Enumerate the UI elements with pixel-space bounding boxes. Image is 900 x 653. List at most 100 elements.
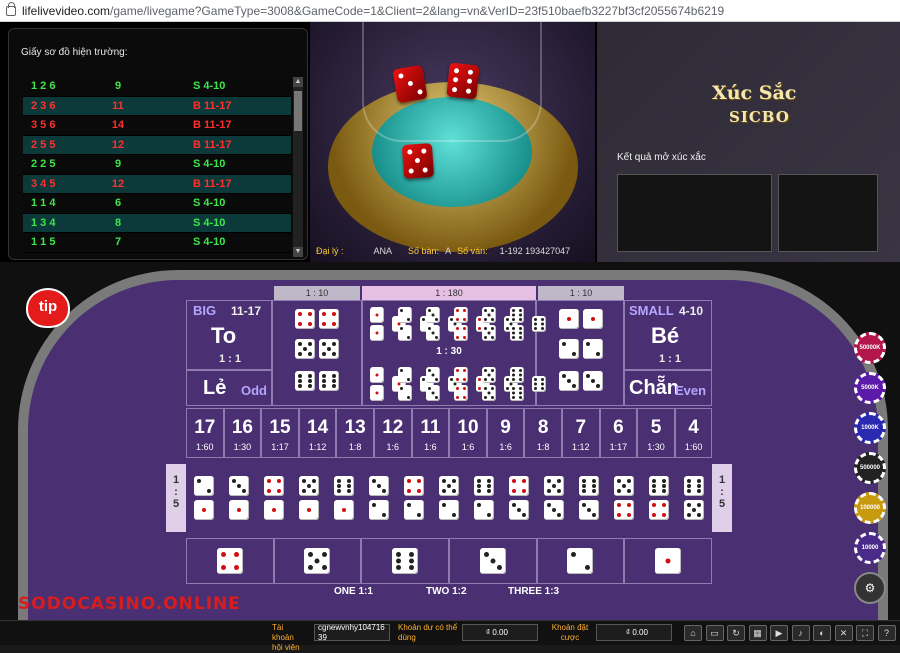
stats-icon[interactable]: ▦ (748, 625, 767, 641)
total-bet-4[interactable]: 4 1:60 (674, 408, 713, 458)
close-icon[interactable]: ✕ (834, 625, 853, 641)
die-face-4 (454, 307, 468, 323)
triple-bet-5[interactable] (478, 362, 518, 406)
single-bet-1[interactable] (624, 538, 712, 584)
double-bet-3[interactable] (540, 366, 622, 396)
double-bet-5[interactable] (276, 334, 358, 364)
total-bet-8[interactable]: 8 1:8 (524, 408, 562, 458)
big-bet-area[interactable]: BIG 11-17 To 1 : 1 (186, 300, 272, 370)
die-face-5 (614, 476, 635, 496)
logo-subtitle: SICBO (729, 108, 790, 126)
chip-1000K[interactable]: 1000K (854, 412, 886, 444)
combo-bet-1-5[interactable] (291, 464, 326, 532)
combo-bet-3-5[interactable] (537, 464, 572, 532)
video-icon[interactable]: ▶ (770, 625, 788, 641)
combo-bet-5-6[interactable] (677, 464, 712, 532)
single-bet-3[interactable] (449, 538, 537, 584)
combo-bet-3-4[interactable] (502, 464, 537, 532)
combo-bet-3-6[interactable] (572, 464, 607, 532)
speaker-icon[interactable]: ◐ (813, 625, 831, 641)
die-face-3 (228, 476, 249, 496)
total-bet-10[interactable]: 10 1:6 (449, 408, 487, 458)
die-face-6 (579, 476, 600, 496)
total-payout: 1:8 (348, 442, 362, 452)
triple-bet-1[interactable] (366, 362, 406, 406)
combo-bet-4-6[interactable] (642, 464, 677, 532)
total-bet-9[interactable]: 9 1:6 (486, 408, 525, 458)
chip-500000[interactable]: 500000 (854, 452, 886, 484)
chip-50000K[interactable]: 50000K (854, 332, 886, 364)
combo-bet-2-4[interactable] (396, 464, 431, 532)
total-bet-14[interactable]: 14 1:12 (298, 408, 337, 458)
settings-icon[interactable]: ⚙ (854, 572, 886, 604)
die-face-2 (398, 385, 412, 401)
total-bet-13[interactable]: 13 1:8 (336, 408, 374, 458)
total-payout: 1:12 (572, 442, 590, 452)
combo-bet-1-3[interactable] (221, 464, 256, 532)
dealer-value: ANA (373, 246, 393, 256)
double-bet-4[interactable] (276, 304, 358, 334)
die-face-4 (509, 476, 530, 496)
sound-icon[interactable]: ♪ (791, 625, 810, 641)
odd-bet-area[interactable]: Lẻ Odd (186, 370, 272, 406)
double-bet-1[interactable] (540, 304, 622, 334)
lock-icon[interactable]: ⌂ (684, 625, 702, 641)
single-bet-5[interactable] (273, 538, 362, 584)
total-payout: 1:17 (271, 442, 289, 452)
result-box (617, 174, 772, 252)
die-face-5 (295, 339, 315, 359)
even-bet-area[interactable]: Chẵn Even (624, 370, 712, 406)
combo-bet-1-2[interactable] (186, 464, 221, 532)
total-bet-12[interactable]: 12 1:6 (374, 408, 412, 458)
single-bet-4[interactable] (186, 538, 274, 584)
single-bet-6[interactable] (361, 538, 449, 584)
fullscreen-icon[interactable]: ⛶ (856, 625, 874, 641)
scroll-thumb[interactable] (294, 91, 302, 131)
roadmap-scrollbar[interactable]: ▲ ▼ (293, 77, 303, 257)
roadmap-sum: 14 (111, 119, 125, 132)
scroll-up-icon[interactable]: ▲ (293, 77, 303, 87)
triple-bet-3[interactable] (422, 362, 462, 406)
double-bet-2[interactable] (540, 334, 622, 364)
browser-address-bar[interactable]: lifelivevideo.com /game/livegame?GameTyp… (0, 0, 900, 22)
total-bet-15[interactable]: 15 1:17 (261, 408, 299, 458)
combo-bet-2-6[interactable] (467, 464, 502, 532)
small-bet-area[interactable]: SMALL 4-10 Bé 1 : 1 (624, 300, 712, 370)
total-bet-7[interactable]: 7 1:12 (562, 408, 600, 458)
triple-bet-5[interactable] (478, 302, 518, 346)
tip-button[interactable]: tip (28, 290, 68, 326)
refresh-icon[interactable]: ↻ (727, 625, 745, 641)
screen-icon[interactable]: ▭ (705, 625, 724, 641)
total-number: 5 (650, 417, 662, 438)
combo-bet-4-5[interactable] (607, 464, 642, 532)
single-bet-2[interactable] (536, 538, 625, 584)
round-value: 1-192 193427047 (499, 246, 571, 256)
triple-bet-6[interactable] (506, 302, 546, 346)
die-face-2 (398, 367, 412, 383)
scroll-down-icon[interactable]: ▼ (293, 247, 303, 257)
roadmap-dice: 2 2 5 (31, 158, 56, 171)
chip-10000[interactable]: 10000 (854, 532, 886, 564)
combo-bet-1-6[interactable] (326, 464, 361, 532)
total-bet-16[interactable]: 16 1:30 (223, 408, 262, 458)
total-bet-11[interactable]: 11 1:6 (411, 408, 450, 458)
help-icon[interactable]: ? (877, 625, 896, 641)
total-bet-5[interactable]: 5 1:30 (637, 408, 675, 458)
chip-100000[interactable]: 100000 (854, 492, 886, 524)
triple-bet-2[interactable] (394, 362, 434, 406)
total-bet-17[interactable]: 17 1:60 (186, 408, 224, 458)
combo-bet-2-3[interactable] (361, 464, 396, 532)
chip-5000K[interactable]: 5000K (854, 372, 886, 404)
triple-bet-4[interactable] (450, 362, 490, 406)
combo-bet-1-4[interactable] (256, 464, 291, 532)
combo-bet-2-5[interactable] (431, 464, 466, 532)
roadmap-result: B 11-17 (193, 99, 232, 112)
total-bet-6[interactable]: 6 1:17 (599, 408, 638, 458)
die-face-1 (193, 500, 214, 520)
triple-bet-6[interactable] (506, 362, 546, 406)
triple-bet-1[interactable] (366, 302, 406, 346)
triple-bet-2[interactable] (394, 302, 434, 346)
triple-bet-4[interactable] (450, 302, 490, 346)
double-bet-6[interactable] (276, 366, 358, 396)
triple-bet-3[interactable] (422, 302, 462, 346)
